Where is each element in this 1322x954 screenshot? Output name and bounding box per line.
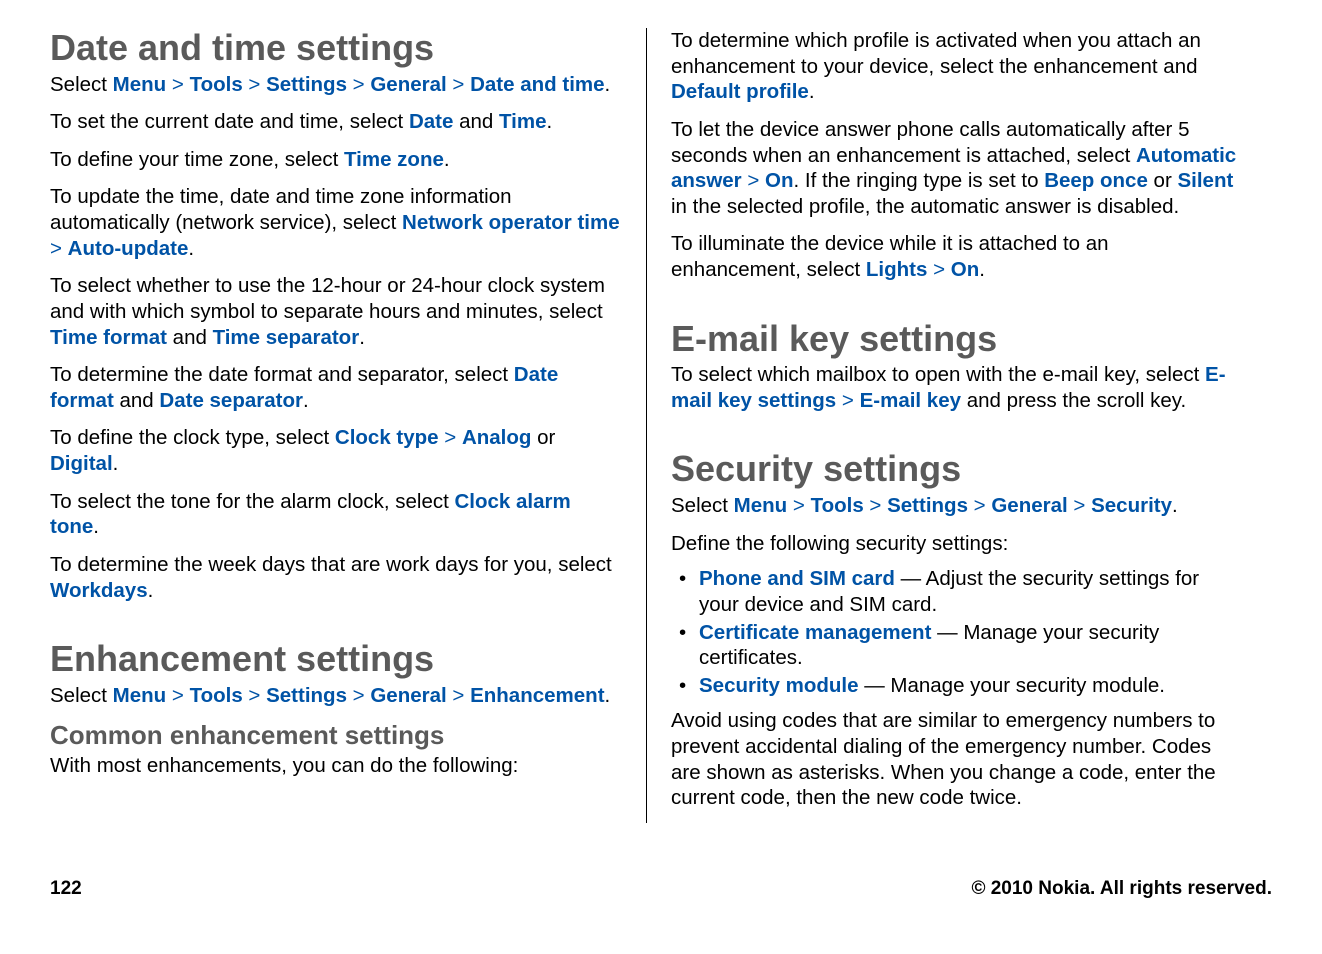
para-default-profile: To determine which profile is activated … bbox=[671, 28, 1242, 105]
link-analog: Analog bbox=[462, 426, 531, 449]
security-list: Phone and SIM card — Adjust the security… bbox=[671, 566, 1242, 698]
link-settings: Settings bbox=[266, 73, 347, 96]
list-item: Security module — Manage your security m… bbox=[671, 673, 1242, 699]
heading-date-time-settings: Date and time settings bbox=[50, 28, 622, 68]
left-column: Date and time settings Select Menu > Too… bbox=[50, 28, 646, 823]
link-security: Security bbox=[1091, 494, 1172, 517]
link-general: General bbox=[370, 73, 446, 96]
para-workdays: To determine the week days that are work… bbox=[50, 552, 622, 603]
para-auto-answer: To let the device answer phone calls aut… bbox=[671, 117, 1242, 220]
link-email-key: E-mail key bbox=[860, 389, 961, 412]
link-general: General bbox=[370, 684, 446, 707]
link-certificate-management: Certificate management bbox=[699, 621, 931, 644]
link-date-separator: Date separator bbox=[159, 389, 303, 412]
link-general: General bbox=[991, 494, 1067, 517]
para-common-enhancement: With most enhancements, you can do the f… bbox=[50, 753, 622, 779]
para-avoid-codes: Avoid using codes that are similar to em… bbox=[671, 708, 1242, 811]
link-tools: Tools bbox=[190, 684, 243, 707]
para-auto-update: To update the time, date and time zone i… bbox=[50, 184, 622, 261]
path-date-time: Select Menu > Tools > Settings > General… bbox=[50, 72, 622, 98]
link-date-and-time: Date and time bbox=[470, 73, 604, 96]
link-network-operator-time: Network operator time bbox=[402, 211, 620, 234]
link-silent: Silent bbox=[1177, 169, 1233, 192]
heading-enhancement-settings: Enhancement settings bbox=[50, 639, 622, 679]
para-time-format: To select whether to use the 12-hour or … bbox=[50, 273, 622, 350]
para-clock-type: To define the clock type, select Clock t… bbox=[50, 425, 622, 476]
link-time-format: Time format bbox=[50, 326, 167, 349]
link-workdays: Workdays bbox=[50, 579, 148, 602]
link-settings: Settings bbox=[266, 684, 347, 707]
link-tools: Tools bbox=[190, 73, 243, 96]
link-auto-update: Auto-update bbox=[68, 237, 189, 260]
link-menu: Menu bbox=[113, 73, 167, 96]
para-clock-alarm-tone: To select the tone for the alarm clock, … bbox=[50, 489, 622, 540]
link-time: Time bbox=[499, 110, 546, 133]
para-timezone: To define your time zone, select Time zo… bbox=[50, 147, 622, 173]
para-email-key: To select which mailbox to open with the… bbox=[671, 362, 1242, 413]
path-security: Select Menu > Tools > Settings > General… bbox=[671, 493, 1242, 519]
link-beep-once: Beep once bbox=[1044, 169, 1148, 192]
page-content: Date and time settings Select Menu > Too… bbox=[0, 0, 1322, 823]
link-default-profile: Default profile bbox=[671, 80, 809, 103]
link-settings: Settings bbox=[887, 494, 968, 517]
link-on: On bbox=[951, 258, 979, 281]
copyright: © 2010 Nokia. All rights reserved. bbox=[971, 878, 1272, 900]
link-date: Date bbox=[409, 110, 453, 133]
link-digital: Digital bbox=[50, 452, 113, 475]
link-lights: Lights bbox=[866, 258, 928, 281]
para-lights: To illuminate the device while it is att… bbox=[671, 231, 1242, 282]
page-number: 122 bbox=[50, 878, 82, 900]
para-date-format: To determine the date format and separat… bbox=[50, 362, 622, 413]
link-menu: Menu bbox=[734, 494, 788, 517]
link-tools: Tools bbox=[811, 494, 864, 517]
link-phone-sim-card: Phone and SIM card bbox=[699, 567, 895, 590]
link-enhancement: Enhancement bbox=[470, 684, 604, 707]
link-on: On bbox=[765, 169, 793, 192]
list-item: Certificate management — Manage your sec… bbox=[671, 620, 1242, 671]
heading-common-enhancement: Common enhancement settings bbox=[50, 720, 622, 751]
link-clock-type: Clock type bbox=[335, 426, 439, 449]
list-item: Phone and SIM card — Adjust the security… bbox=[671, 566, 1242, 617]
right-column: To determine which profile is activated … bbox=[646, 28, 1242, 823]
heading-security-settings: Security settings bbox=[671, 449, 1242, 489]
para-define-security: Define the following security settings: bbox=[671, 531, 1242, 557]
page-footer: 122 © 2010 Nokia. All rights reserved. bbox=[50, 878, 1272, 900]
link-menu: Menu bbox=[113, 684, 167, 707]
path-enhancement: Select Menu > Tools > Settings > General… bbox=[50, 683, 622, 709]
link-time-separator: Time separator bbox=[213, 326, 360, 349]
link-time-zone: Time zone bbox=[344, 148, 444, 171]
link-security-module: Security module bbox=[699, 674, 859, 697]
heading-email-key-settings: E-mail key settings bbox=[671, 319, 1242, 359]
para-set-date-time: To set the current date and time, select… bbox=[50, 109, 622, 135]
